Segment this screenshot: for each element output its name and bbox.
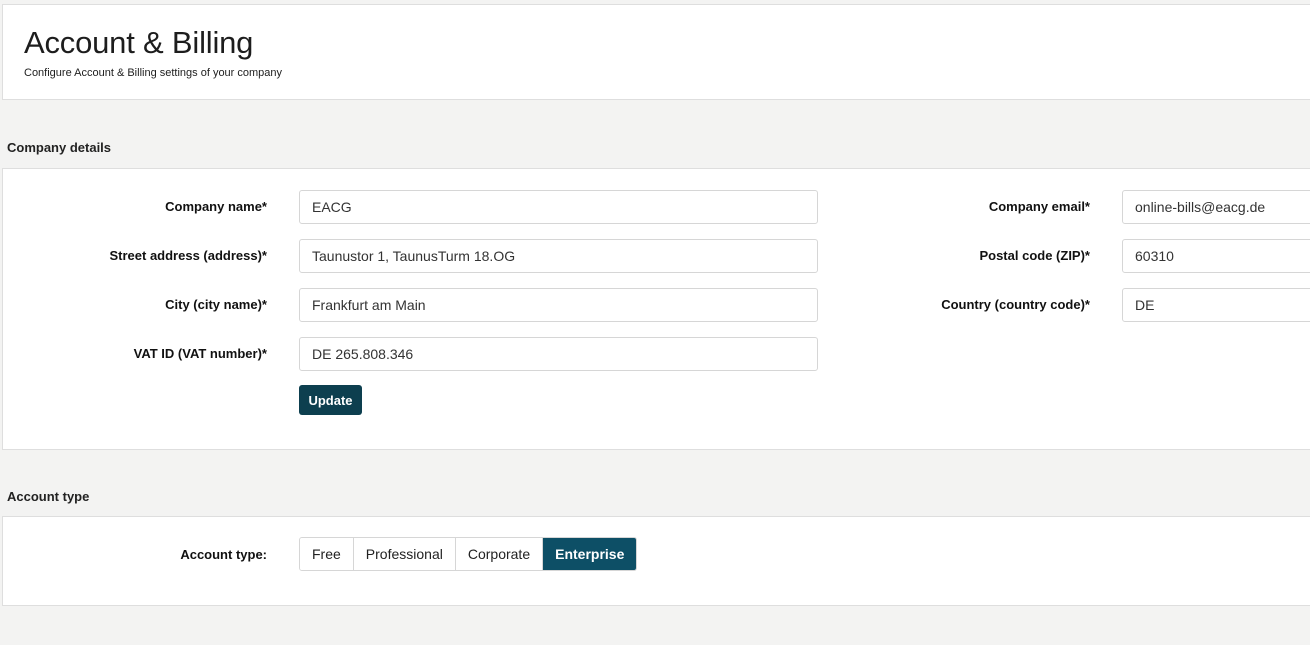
company-details-heading: Company details <box>7 140 112 155</box>
postal-code-input[interactable] <box>1122 239 1310 273</box>
street-address-label: Street address (address)* <box>109 248 267 263</box>
account-type-option-professional[interactable]: Professional <box>353 538 456 570</box>
page-header: Account & Billing Configure Account & Bi… <box>2 4 1310 100</box>
page-subtitle: Configure Account & Billing settings of … <box>24 67 283 79</box>
street-address-input[interactable] <box>299 239 818 273</box>
company-details-panel: Company name* Street address (address)* … <box>2 168 1310 450</box>
vat-id-label: VAT ID (VAT number)* <box>133 346 267 361</box>
company-email-input[interactable] <box>1122 190 1310 224</box>
account-type-label: Account type: <box>180 547 267 562</box>
update-button[interactable]: Update <box>299 385 362 415</box>
company-name-input[interactable] <box>299 190 818 224</box>
country-input[interactable] <box>1122 288 1310 322</box>
account-type-option-enterprise[interactable]: Enterprise <box>543 538 637 570</box>
city-label: City (city name)* <box>165 297 267 312</box>
company-email-label: Company email* <box>988 199 1090 214</box>
account-type-heading: Account type <box>7 489 90 504</box>
postal-code-label: Postal code (ZIP)* <box>979 248 1090 263</box>
vat-id-input[interactable] <box>299 337 818 371</box>
account-type-panel: Account type: Free Professional Corporat… <box>2 516 1310 606</box>
company-name-label: Company name* <box>165 199 267 214</box>
account-type-selector: Free Professional Corporate Enterprise <box>299 537 638 571</box>
country-label: Country (country code)* <box>941 297 1090 312</box>
city-input[interactable] <box>299 288 818 322</box>
account-type-option-free[interactable]: Free <box>300 538 354 570</box>
account-type-option-corporate[interactable]: Corporate <box>455 538 544 570</box>
page-title: Account & Billing <box>24 25 254 60</box>
